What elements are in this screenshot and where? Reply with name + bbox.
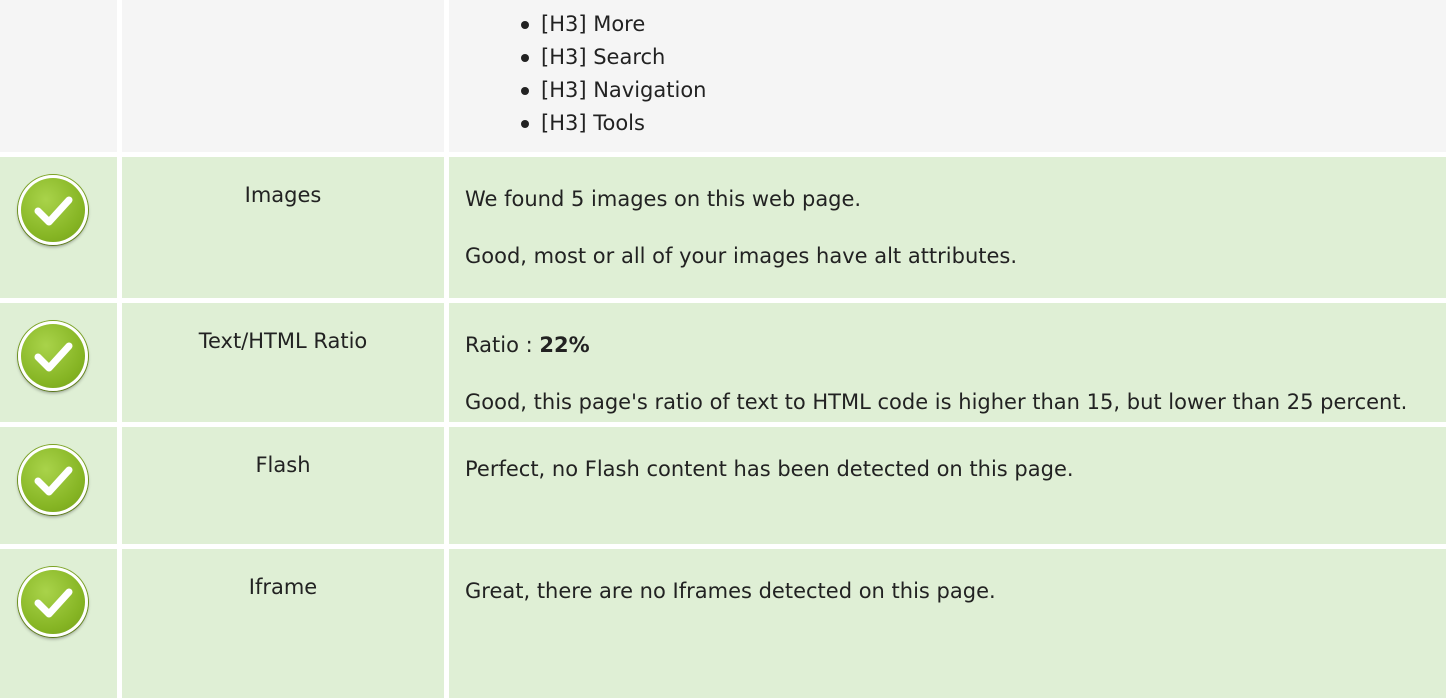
- heading-list-item: [H3] Tools: [521, 107, 1446, 140]
- check-circle-icon: [18, 321, 88, 391]
- headings-row: [H3] More [H3] Search [H3] Navigation [H…: [0, 0, 1446, 157]
- headings-icon-cell: [0, 0, 122, 152]
- check-result: Perfect, no Flash content has been detec…: [449, 427, 1446, 544]
- check-row-iframe: Iframe Great, there are no Iframes detec…: [0, 549, 1446, 698]
- headings-value-cell: [H3] More [H3] Search [H3] Navigation [H…: [449, 0, 1446, 152]
- check-result: Great, there are no Iframes detected on …: [449, 549, 1446, 698]
- check-result: We found 5 images on this web page. Good…: [449, 157, 1446, 298]
- check-circle-icon: [18, 445, 88, 515]
- check-result-summary: Ratio : 22%: [465, 329, 1430, 361]
- status-cell: [0, 549, 122, 698]
- check-result-summary: Perfect, no Flash content has been detec…: [465, 457, 1074, 481]
- status-cell: [0, 157, 122, 298]
- check-circle-icon: [18, 567, 88, 637]
- check-row-text-html-ratio: Text/HTML Ratio Ratio : 22% Good, this p…: [0, 303, 1446, 427]
- check-result-summary: We found 5 images on this web page.: [465, 187, 862, 211]
- heading-list: [H3] More [H3] Search [H3] Navigation [H…: [521, 8, 1446, 140]
- check-result-summary: Great, there are no Iframes detected on …: [465, 579, 996, 603]
- status-cell: [0, 303, 122, 422]
- check-label: Images: [122, 157, 449, 298]
- check-label: Text/HTML Ratio: [122, 303, 449, 422]
- check-result: Ratio : 22% Good, this page's ratio of t…: [449, 303, 1446, 422]
- seo-report-table: [H3] More [H3] Search [H3] Navigation [H…: [0, 0, 1446, 698]
- ratio-prefix: Ratio :: [465, 333, 540, 357]
- check-result-detail: Good, this page's ratio of text to HTML …: [465, 390, 1408, 414]
- heading-list-item: [H3] More: [521, 8, 1446, 41]
- check-result-detail: Good, most or all of your images have al…: [465, 244, 1018, 268]
- check-label: Iframe: [122, 549, 449, 698]
- status-cell: [0, 427, 122, 544]
- heading-list-item: [H3] Navigation: [521, 74, 1446, 107]
- check-row-images: Images We found 5 images on this web pag…: [0, 157, 1446, 303]
- check-label: Flash: [122, 427, 449, 544]
- heading-list-item: [H3] Search: [521, 41, 1446, 74]
- ratio-value: 22%: [539, 333, 590, 357]
- check-circle-icon: [18, 175, 88, 245]
- headings-label-cell: [122, 0, 449, 152]
- check-row-flash: Flash Perfect, no Flash content has been…: [0, 427, 1446, 549]
